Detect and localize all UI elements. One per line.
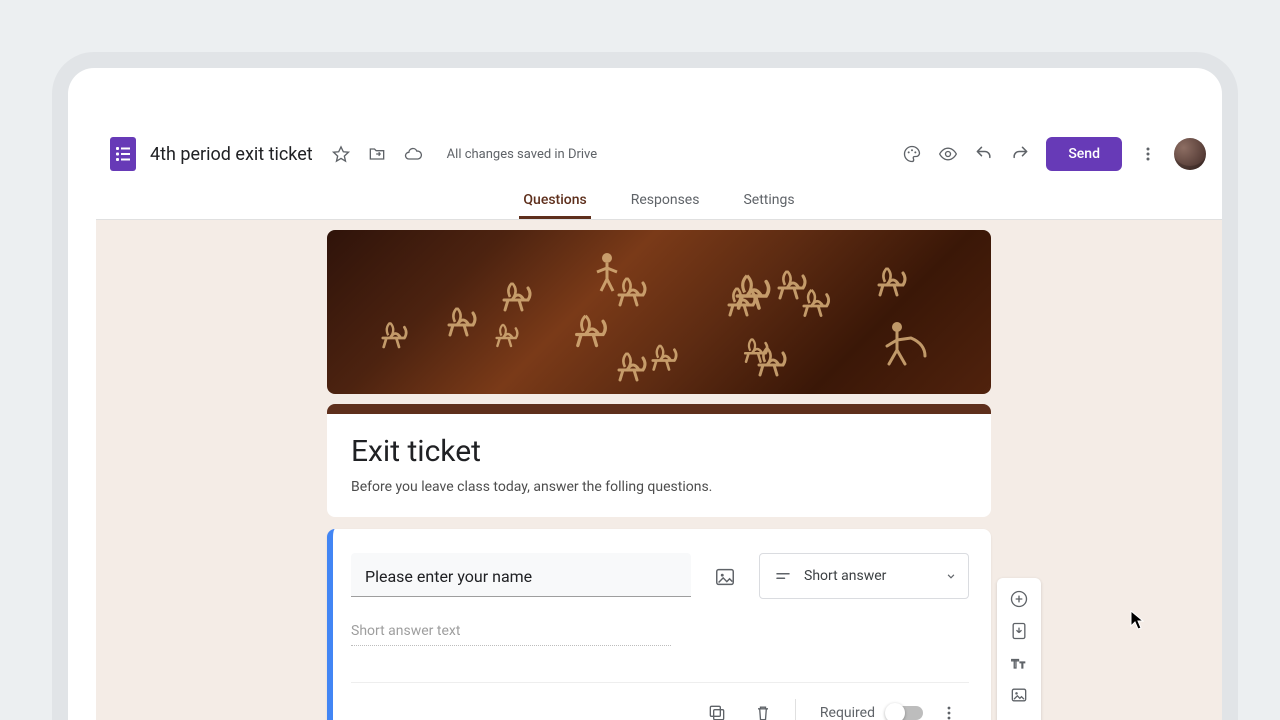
question-card[interactable]: Short answer Short answer text Required <box>327 529 991 720</box>
add-image-icon[interactable] <box>705 557 745 597</box>
short-answer-icon <box>774 567 792 585</box>
form-header-image[interactable] <box>327 230 991 394</box>
forms-logo-icon[interactable] <box>110 137 136 171</box>
more-vert-icon[interactable] <box>1134 140 1162 168</box>
delete-icon[interactable] <box>743 693 783 720</box>
undo-icon[interactable] <box>970 140 998 168</box>
send-button[interactable]: Send <box>1046 137 1122 171</box>
required-label: Required <box>820 705 875 720</box>
svg-text:T: T <box>1012 657 1019 671</box>
document-title[interactable]: 4th period exit ticket <box>150 144 313 165</box>
question-type-label: Short answer <box>804 568 886 584</box>
star-icon[interactable] <box>327 140 355 168</box>
form-description[interactable]: Before you leave class today, answer the… <box>351 479 967 495</box>
add-title-icon[interactable]: TT <box>1001 648 1037 678</box>
tab-responses[interactable]: Responses <box>627 184 704 219</box>
move-folder-icon[interactable] <box>363 140 391 168</box>
mouse-cursor-icon <box>1130 610 1144 630</box>
duplicate-icon[interactable] <box>697 693 737 720</box>
import-questions-icon[interactable] <box>1001 616 1037 646</box>
palette-icon[interactable] <box>898 140 926 168</box>
cloud-saved-icon <box>399 140 427 168</box>
question-text-field[interactable] <box>351 553 691 597</box>
answer-placeholder: Short answer text <box>351 623 671 646</box>
preview-eye-icon[interactable] <box>934 140 962 168</box>
form-title[interactable]: Exit ticket <box>351 434 967 469</box>
required-toggle[interactable] <box>887 706 923 720</box>
chevron-down-icon <box>944 569 958 583</box>
account-avatar[interactable] <box>1174 138 1206 170</box>
add-question-icon[interactable] <box>1001 584 1037 614</box>
add-image-toolbar-icon[interactable] <box>1001 680 1037 710</box>
tab-questions[interactable]: Questions <box>519 184 590 219</box>
form-header-card[interactable]: Exit ticket Before you leave class today… <box>327 404 991 517</box>
question-more-icon[interactable] <box>929 693 969 720</box>
question-text-input[interactable] <box>365 567 677 586</box>
question-type-select[interactable]: Short answer <box>759 553 969 599</box>
redo-icon[interactable] <box>1006 140 1034 168</box>
save-status: All changes saved in Drive <box>447 147 598 162</box>
tab-settings[interactable]: Settings <box>739 184 798 219</box>
svg-text:T: T <box>1020 661 1025 671</box>
